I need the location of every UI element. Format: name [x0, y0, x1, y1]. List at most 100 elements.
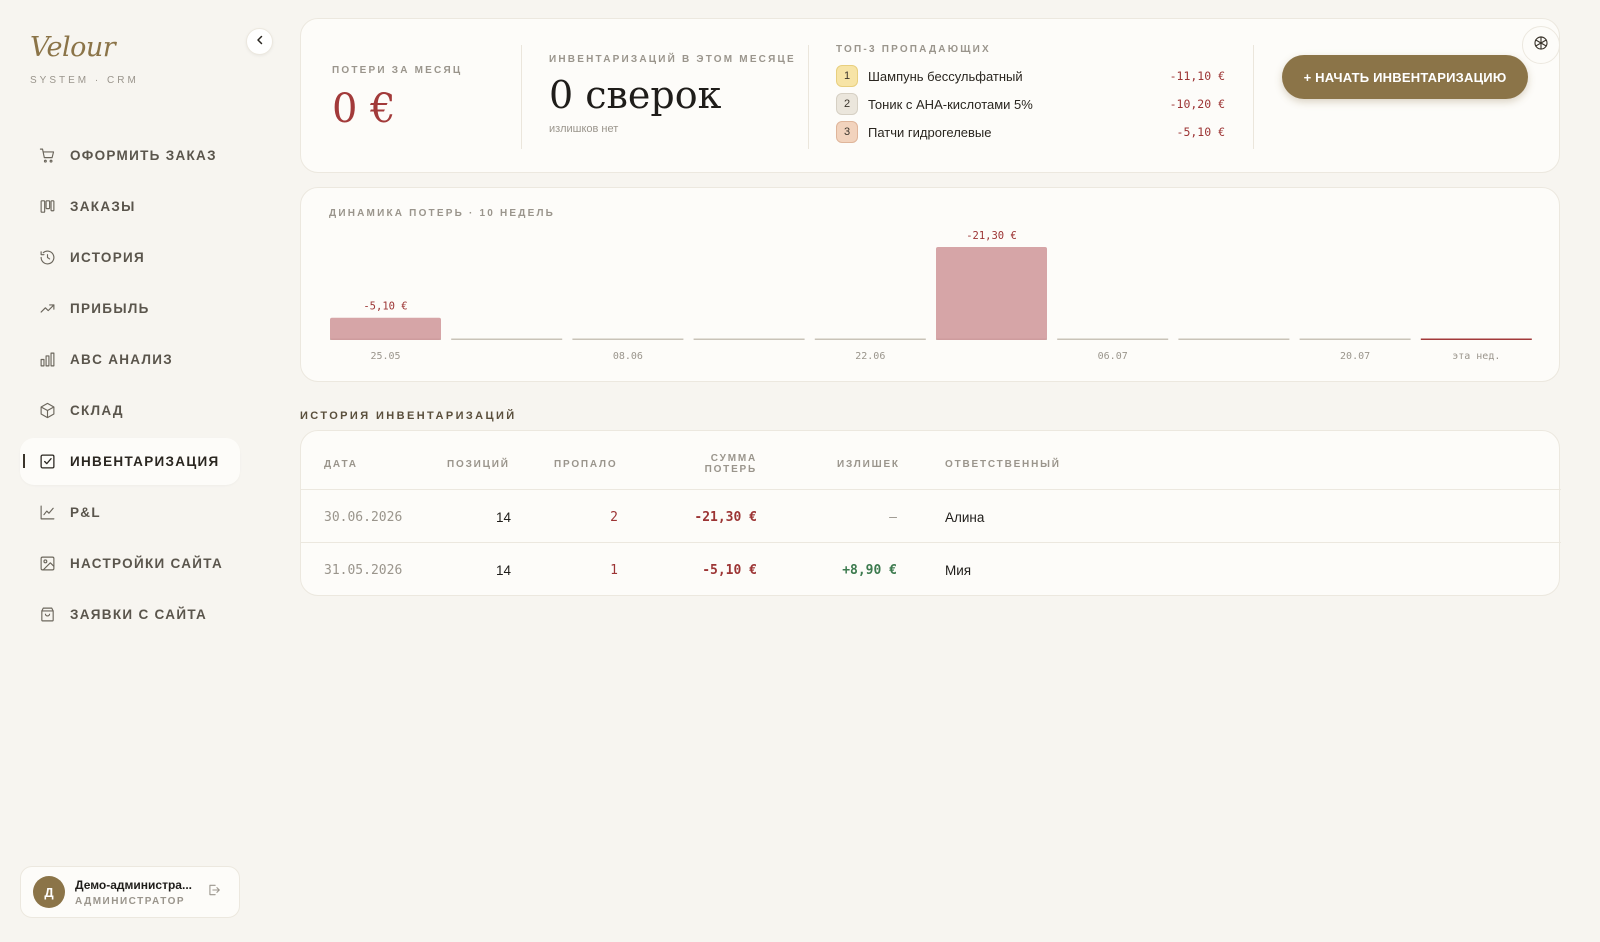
sidebar-item-label: ABC АНАЛИЗ — [70, 352, 174, 367]
user-name: Демо-администра... — [75, 877, 192, 892]
sidebar-item-label: ИНВЕНТАРИЗАЦИЯ — [70, 454, 220, 469]
app-logo[interactable]: Velour — [30, 32, 116, 63]
sidebar-item-label: ЗАКАЗЫ — [70, 199, 136, 214]
cell-loss: -5,10 € — [702, 562, 757, 578]
avatar: Д — [33, 876, 65, 908]
sidebar-item-inventory[interactable]: ИНВЕНТАРИЗАЦИЯ — [20, 438, 240, 485]
loss-value: -11,10 € — [1169, 69, 1225, 83]
trend-up-icon — [38, 300, 56, 318]
cell-responsible: Алина — [945, 509, 985, 525]
inventories-label: ИНВЕНТАРИЗАЦИЙ В ЭТОМ МЕСЯЦЕ — [549, 54, 796, 65]
cell-date: 31.05.2026 — [324, 562, 403, 578]
product-name: Шампунь бессульфатный — [868, 68, 1023, 84]
history-table: ДАТА ПОЗИЦИЙ ПРОПАЛО СУММА ПОТЕРЬ ИЗЛИШЕ… — [300, 430, 1561, 596]
cell-surplus: +8,90 € — [842, 562, 897, 578]
loss-value: -10,20 € — [1169, 97, 1225, 111]
user-card[interactable]: Д Демо-администра... АДМИНИСТРАТОР — [20, 866, 240, 918]
aperture-icon — [1533, 35, 1549, 56]
box-icon — [38, 402, 56, 420]
history-icon — [38, 249, 56, 267]
sidebar-item-abc-analysis[interactable]: ABC АНАЛИЗ — [20, 336, 240, 383]
losses-value: 0 € — [332, 86, 396, 132]
sidebar-item-orders[interactable]: ЗАКАЗЫ — [20, 183, 240, 230]
loss-chart-card: ДИНАМИКА ПОТЕРЬ · 10 НЕДЕЛЬ -5,10 €25.05… — [300, 187, 1560, 382]
sidebar-item-label: ИСТОРИЯ — [70, 250, 146, 265]
sidebar-item-label: ПРИБЫЛЬ — [70, 301, 150, 316]
top-missing-item: 2 Тоник с AHA-кислотами 5% -10,20 € — [836, 90, 1225, 118]
rank-badge: 2 — [836, 93, 858, 115]
chart-data-label: -21,30 € — [966, 230, 1017, 242]
inventories-metric: ИНВЕНТАРИЗАЦИЙ В ЭТОМ МЕСЯЦЕ 0 сверок из… — [549, 54, 796, 135]
chevron-left-icon — [254, 33, 266, 51]
line-chart-icon — [38, 504, 56, 522]
chart-tick-label: 20.07 — [1340, 351, 1370, 362]
cell-date: 30.06.2026 — [324, 509, 403, 525]
sidebar-item-label: СКЛАД — [70, 403, 124, 418]
user-role: АДМИНИСТРАТОР — [75, 895, 186, 907]
sidebar-item-history[interactable]: ИСТОРИЯ — [20, 234, 240, 281]
checkbox-icon — [38, 453, 56, 471]
chart-baseline — [1057, 338, 1169, 340]
sidebar-item-label: ОФОРМИТЬ ЗАКАЗ — [70, 148, 217, 163]
inventories-value: 0 сверок — [549, 73, 722, 117]
chart-baseline — [814, 338, 926, 340]
start-inventory-button[interactable]: + НАЧАТЬ ИНВЕНТАРИЗАЦИЮ — [1282, 55, 1528, 99]
chart-tick-label: 25.05 — [370, 351, 400, 362]
sidebar-item-label: ЗАЯВКИ С САЙТА — [70, 607, 208, 622]
column-header-responsible: ОТВЕТСТВЕННЫЙ — [945, 459, 1061, 470]
chart-data-label: -5,10 € — [363, 301, 407, 313]
user-info: Демо-администра... АДМИНИСТРАТОР — [75, 878, 193, 907]
sidebar-item-label: НАСТРОЙКИ САЙТА — [70, 556, 224, 571]
chart-bar[interactable] — [936, 247, 1047, 340]
bag-icon — [38, 606, 56, 624]
divider — [808, 45, 809, 149]
sidebar-item-warehouse[interactable]: СКЛАД — [20, 387, 240, 434]
chart-bar[interactable] — [330, 317, 441, 340]
table-row[interactable]: 30.06.2026 14 2 -21,30 € — Алина — [301, 489, 1561, 543]
surplus-note: излишков нет — [549, 123, 619, 135]
column-header-positions: ПОЗИЦИЙ — [447, 459, 510, 470]
top-missing-item: 3 Патчи гидрогелевые -5,10 € — [836, 118, 1225, 146]
rank-badge: 1 — [836, 65, 858, 87]
top-missing: ТОП-3 ПРОПАДАЮЩИХ 1 Шампунь бессульфатны… — [836, 44, 1225, 146]
chart-baseline — [693, 338, 805, 340]
chart-tick-label: 22.06 — [855, 351, 885, 362]
sidebar-item-pnl[interactable]: P&L — [20, 489, 240, 536]
column-header-date: ДАТА — [324, 459, 358, 470]
column-header-line: СУММА — [710, 453, 757, 464]
divider — [521, 45, 522, 149]
history-section-title: ИСТОРИЯ ИНВЕНТАРИЗАЦИЙ — [300, 410, 517, 422]
app-subtitle: SYSTEM · CRM — [30, 75, 139, 86]
sidebar-item-label: P&L — [70, 505, 101, 520]
theme-toggle-button[interactable] — [1522, 26, 1560, 64]
sidebar-item-site-requests[interactable]: ЗАЯВКИ С САЙТА — [20, 591, 240, 638]
cell-positions: 14 — [495, 509, 511, 525]
cell-loss: -21,30 € — [694, 509, 757, 525]
sidebar-collapse-button[interactable] — [246, 28, 273, 55]
chart-baseline — [1420, 338, 1532, 340]
losses-metric: ПОТЕРИ ЗА МЕСЯЦ 0 € — [332, 65, 462, 132]
divider — [1253, 45, 1254, 149]
cell-missing: 2 — [610, 509, 618, 525]
top-missing-item: 1 Шампунь бессульфатный -11,10 € — [836, 62, 1225, 90]
chart-tick-label: 06.07 — [1098, 351, 1128, 362]
sidebar-item-new-order[interactable]: ОФОРМИТЬ ЗАКАЗ — [20, 132, 240, 179]
column-header-missing: ПРОПАЛО — [554, 459, 618, 470]
sidebar-item-profit[interactable]: ПРИБЫЛЬ — [20, 285, 240, 332]
chart-tick-label: эта нед. — [1452, 351, 1500, 362]
rank-badge: 3 — [836, 121, 858, 143]
chart-baseline — [451, 338, 563, 340]
kanban-icon — [38, 198, 56, 216]
logout-icon[interactable] — [207, 883, 221, 902]
chart-baseline — [572, 338, 684, 340]
table-row[interactable]: 31.05.2026 14 1 -5,10 € +8,90 € Мия — [301, 542, 1561, 596]
bars-icon — [38, 351, 56, 369]
image-icon — [38, 555, 56, 573]
column-header-surplus: ИЗЛИШЕК — [837, 459, 900, 470]
loss-value: -5,10 € — [1176, 125, 1225, 139]
sidebar-item-site-settings[interactable]: НАСТРОЙКИ САЙТА — [20, 540, 240, 587]
chart-baseline — [1178, 338, 1290, 340]
losses-label: ПОТЕРИ ЗА МЕСЯЦ — [332, 65, 463, 76]
top-missing-label: ТОП-3 ПРОПАДАЮЩИХ — [836, 44, 991, 55]
cell-missing: 1 — [610, 562, 618, 578]
